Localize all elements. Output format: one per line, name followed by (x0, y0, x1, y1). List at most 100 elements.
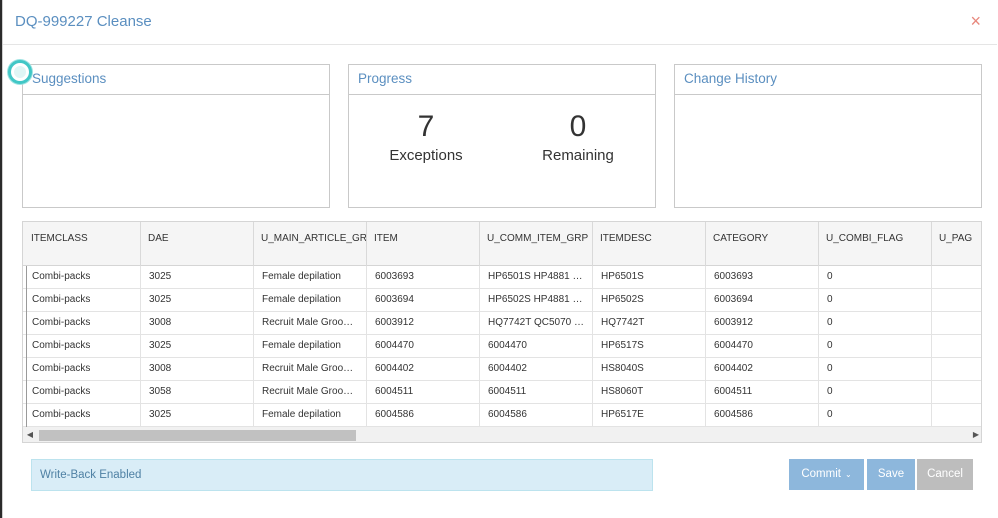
chevron-down-icon: ⌄ (844, 470, 852, 479)
table-cell[interactable]: 0 (819, 266, 932, 289)
exceptions-stat: 7 Exceptions (366, 109, 486, 164)
table-cell[interactable] (932, 266, 981, 289)
table-cell[interactable]: 0 (819, 381, 932, 404)
table-cell[interactable] (932, 289, 981, 312)
table-cell[interactable] (932, 312, 981, 335)
table-cell[interactable]: 6003693 (706, 266, 819, 289)
table-row[interactable]: Combi-packs 3058 Recruit Male Grooming 6004… (23, 381, 981, 404)
table-cell[interactable]: 3058 (141, 381, 254, 404)
column-header[interactable]: U_MAIN_ARTICLE_GRP (254, 222, 367, 266)
remaining-label: Remaining (542, 147, 614, 164)
table-cell[interactable]: 6003912 (367, 312, 480, 335)
table-cell[interactable]: 6004586 (706, 404, 819, 427)
commit-button[interactable]: Commit ⌄ (789, 459, 864, 490)
table-cell[interactable]: HS8060T (593, 381, 706, 404)
scroll-right-arrow-icon[interactable]: ▶ (969, 427, 981, 442)
table-cell[interactable]: HS8040S (593, 358, 706, 381)
table-cell[interactable]: Recruit Male Grooming (254, 358, 367, 381)
table-cell[interactable]: 3025 (141, 335, 254, 358)
table-row[interactable]: Combi-packs 3025 Female depilation 6004470 6… (23, 335, 981, 358)
table-cell[interactable]: HP6502S HP4881 HED... (480, 289, 593, 312)
table-cell[interactable] (932, 404, 981, 427)
table-cell[interactable]: 0 (819, 404, 932, 427)
modal-title: DQ-999227 Cleanse (15, 13, 152, 30)
table-cell[interactable]: HP6502S (593, 289, 706, 312)
table-cell[interactable]: 6004402 (367, 358, 480, 381)
table-cell[interactable]: 3025 (141, 266, 254, 289)
table-cell[interactable]: 6004511 (367, 381, 480, 404)
table-cell[interactable]: 3025 (141, 289, 254, 312)
table-row[interactable]: Combi-packs 3008 Recruit Male Grooming 6003… (23, 312, 981, 335)
table-row[interactable]: Combi-packs 3025 Female depilation 6003694 H… (23, 289, 981, 312)
table-row[interactable]: Combi-packs 3025 Female depilation 6003693 H… (23, 266, 981, 289)
table-cell[interactable]: Female depilation (254, 335, 367, 358)
table-cell[interactable]: 6003693 (367, 266, 480, 289)
table-cell[interactable]: 6004470 (480, 335, 593, 358)
writeback-status: Write-Back Enabled (31, 459, 653, 491)
scrollbar-thumb[interactable] (39, 430, 356, 441)
table-cell[interactable]: Combi-packs (23, 289, 141, 312)
table-cell[interactable] (932, 358, 981, 381)
column-header[interactable]: ITEMCLASS (23, 222, 141, 266)
scroll-left-arrow-icon[interactable]: ◀ (23, 427, 37, 442)
cancel-button[interactable]: Cancel (917, 459, 973, 490)
table-cell[interactable]: Female depilation (254, 404, 367, 427)
table-cell[interactable]: 6003912 (706, 312, 819, 335)
table-cell[interactable]: 6004402 (480, 358, 593, 381)
table-row[interactable]: Combi-packs 3008 Recruit Male Grooming 6004… (23, 358, 981, 381)
table-cell[interactable]: 6004586 (480, 404, 593, 427)
table-cell[interactable]: 0 (819, 358, 932, 381)
table-cell[interactable]: Female depilation (254, 289, 367, 312)
table-cell[interactable]: Female depilation (254, 266, 367, 289)
suggestions-title: Suggestions (23, 65, 329, 95)
column-header[interactable]: ITEMDESC (593, 222, 706, 266)
table-row[interactable]: Combi-packs 3025 Female depilation 6004586 6… (23, 404, 981, 427)
table-cell[interactable] (932, 335, 981, 358)
table-cell[interactable]: Combi-packs (23, 358, 141, 381)
remaining-count: 0 (569, 110, 587, 143)
table-cell[interactable]: 3008 (141, 312, 254, 335)
table-cell[interactable]: 6003694 (706, 289, 819, 312)
modal-header: DQ-999227 Cleanse × (3, 0, 997, 45)
close-icon[interactable]: × (970, 11, 981, 31)
table-cell[interactable]: Combi-packs (23, 312, 141, 335)
table-cell[interactable]: 6004470 (706, 335, 819, 358)
column-header[interactable]: U_COMBI_FLAG (819, 222, 932, 266)
table-cell[interactable]: 3025 (141, 404, 254, 427)
table-cell[interactable]: HP6501S (593, 266, 706, 289)
change-history-panel: Change History (674, 64, 982, 208)
table-cell[interactable]: Recruit Male Grooming (254, 312, 367, 335)
column-header[interactable]: U_PAG (932, 222, 981, 266)
table-cell[interactable]: 0 (819, 289, 932, 312)
save-button[interactable]: Save (867, 459, 915, 490)
table-cell[interactable]: 3008 (141, 358, 254, 381)
table-cell[interactable]: Combi-packs (23, 266, 141, 289)
column-header[interactable]: CATEGORY (706, 222, 819, 266)
progress-panel: Progress 7 Exceptions 0 Remaining (348, 64, 656, 208)
table-cell[interactable]: HP6517S (593, 335, 706, 358)
table-cell[interactable]: 6004586 (367, 404, 480, 427)
table-cell[interactable]: 6004470 (367, 335, 480, 358)
table-cell[interactable]: 0 (819, 312, 932, 335)
table-cell[interactable]: HQ7742T QC5070 HE... (480, 312, 593, 335)
column-header[interactable]: DAE (141, 222, 254, 266)
table-cell[interactable]: HP6501S HP4881 HED... (480, 266, 593, 289)
table-cell[interactable]: 0 (819, 335, 932, 358)
table-cell[interactable]: 6003694 (367, 289, 480, 312)
exceptions-label: Exceptions (389, 147, 463, 164)
table-cell[interactable]: Recruit Male Grooming (254, 381, 367, 404)
table-cell[interactable]: Combi-packs (23, 381, 141, 404)
table-cell[interactable]: 6004511 (706, 381, 819, 404)
table-cell[interactable]: Combi-packs (23, 404, 141, 427)
table-cell[interactable]: HP6517E (593, 404, 706, 427)
table-cell[interactable]: 6004402 (706, 358, 819, 381)
commit-label: Commit (801, 468, 841, 480)
table-cell[interactable] (932, 381, 981, 404)
column-header[interactable]: ITEM (367, 222, 480, 266)
horizontal-scrollbar[interactable]: ◀ ▶ (23, 427, 981, 442)
table-cell[interactable]: 6004511 (480, 381, 593, 404)
remaining-stat: 0 Remaining (518, 109, 638, 164)
table-cell[interactable]: Combi-packs (23, 335, 141, 358)
table-cell[interactable]: HQ7742T (593, 312, 706, 335)
column-header[interactable]: U_COMM_ITEM_GRP (480, 222, 593, 266)
